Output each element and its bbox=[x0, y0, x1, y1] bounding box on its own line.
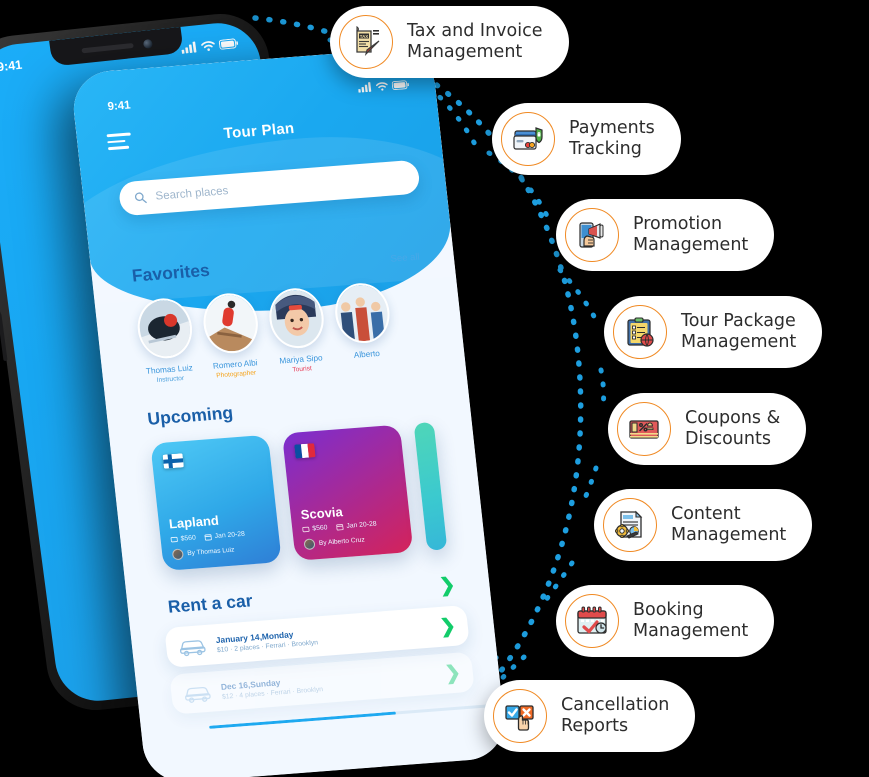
favorite-role: Instructor bbox=[156, 374, 185, 385]
feature-pill-content-management[interactable]: Content Management bbox=[594, 489, 813, 561]
avatar bbox=[171, 548, 184, 561]
list-item[interactable]: Romero Albi Photographer bbox=[200, 291, 264, 380]
feature-pill-payments-tracking[interactable]: Payments Tracking bbox=[492, 103, 681, 175]
page-title: Tour Plan bbox=[222, 119, 296, 142]
calendar-check-clock-icon bbox=[565, 594, 619, 648]
chevron-right-icon[interactable]: ❯ bbox=[439, 615, 457, 637]
avatar bbox=[332, 281, 393, 346]
feature-label: Payments Tracking bbox=[569, 118, 655, 159]
wifi-icon bbox=[201, 40, 215, 51]
megaphone-promotion-icon bbox=[565, 208, 619, 262]
search-placeholder: Search places bbox=[154, 185, 229, 203]
section-title-rent: Rent a car bbox=[166, 590, 254, 617]
favorite-role: Photographer bbox=[215, 369, 257, 380]
section-title-favorites: Favorites bbox=[130, 259, 211, 286]
tour-author: By Thomas Luiz bbox=[171, 542, 271, 561]
car-icon bbox=[179, 640, 206, 657]
favorite-name: Alberto bbox=[353, 348, 381, 360]
chevron-right-icon[interactable]: ❯ bbox=[444, 662, 462, 684]
search-icon bbox=[134, 192, 147, 204]
screenshot-root: 9:41 9:41 Tour Plan Search places Favori… bbox=[0, 0, 869, 777]
calendar-icon bbox=[336, 524, 344, 531]
status-time: 9:41 bbox=[0, 57, 23, 75]
battery-icon bbox=[218, 38, 239, 50]
favorite-role: Tourist bbox=[292, 365, 313, 374]
tour-name: Lapland bbox=[168, 512, 220, 532]
car-icon bbox=[185, 686, 211, 703]
feature-label: Promotion Management bbox=[633, 214, 749, 255]
tour-author: By Alberto Cruz bbox=[303, 532, 402, 551]
ticket-icon bbox=[170, 536, 178, 543]
upcoming-tours-list[interactable]: Lapland $560 Jan 20-28 By Thomas Luiz Sc… bbox=[110, 419, 485, 574]
feature-label: Cancellation Reports bbox=[561, 695, 670, 736]
feature-label: Booking Management bbox=[633, 600, 749, 641]
feature-label: Tour Package Management bbox=[681, 311, 797, 352]
tour-card-partial[interactable] bbox=[413, 421, 448, 551]
payment-card-shield-icon bbox=[501, 112, 555, 166]
tax-invoice-icon: TAX bbox=[339, 15, 393, 69]
avatar bbox=[134, 296, 196, 361]
tour-dates: Jan 20-28 bbox=[336, 521, 377, 531]
clipboard-globe-icon bbox=[613, 305, 667, 359]
status-time: 9:41 bbox=[106, 99, 132, 114]
feature-pill-tour-package[interactable]: Tour Package Management bbox=[604, 296, 823, 368]
signal-icon bbox=[181, 41, 197, 54]
feature-label: Tax and Invoice Management bbox=[407, 21, 543, 62]
avatar bbox=[303, 538, 316, 551]
foreground-phone-screen: 9:41 Tour Plan Search places Favorites S… bbox=[69, 46, 509, 777]
tour-price: $560 bbox=[170, 534, 196, 543]
section-title-upcoming: Upcoming bbox=[146, 402, 234, 429]
feature-label: Coupons & Discounts bbox=[685, 408, 781, 449]
signal-icon bbox=[358, 82, 372, 93]
tour-card[interactable]: Scovia $560 Jan 20-28 By Alberto Cruz bbox=[281, 424, 414, 561]
ticket-icon bbox=[302, 526, 310, 533]
finland-flag-icon bbox=[162, 453, 184, 469]
avatar bbox=[200, 291, 261, 356]
svg-text:TAX: TAX bbox=[360, 34, 369, 39]
tour-price: $560 bbox=[302, 524, 328, 533]
avatar bbox=[266, 286, 327, 351]
list-item[interactable]: Mariya Sipo Tourist bbox=[266, 286, 329, 375]
tour-dates: Jan 20-28 bbox=[204, 531, 245, 541]
feature-label: Content Management bbox=[671, 504, 787, 545]
france-flag-icon bbox=[294, 443, 316, 459]
favorites-see-all-link[interactable]: See all bbox=[390, 252, 420, 265]
earpiece-speaker bbox=[80, 42, 134, 53]
tour-card[interactable]: Lapland $560 Jan 20-28 By Thomas Luiz bbox=[150, 434, 282, 571]
list-item[interactable]: Thomas Luiz Instructor bbox=[134, 296, 198, 385]
hamburger-menu-icon[interactable] bbox=[106, 132, 133, 151]
feature-pill-cancellation-reports[interactable]: Cancellation Reports bbox=[484, 680, 696, 752]
battery-icon bbox=[391, 80, 409, 91]
feature-pill-booking-management[interactable]: Booking Management bbox=[556, 585, 775, 657]
feature-pill-promotion[interactable]: Promotion Management bbox=[556, 199, 775, 271]
calendar-icon bbox=[204, 534, 213, 541]
list-item[interactable]: Alberto bbox=[332, 281, 395, 370]
checkbox-cancel-hand-icon bbox=[493, 689, 547, 743]
wifi-icon bbox=[375, 82, 388, 91]
feature-pill-tax-invoice[interactable]: TAX Tax and Invoice Management bbox=[330, 6, 569, 78]
feature-pill-coupons-discounts[interactable]: Coupons & Discounts bbox=[608, 393, 807, 465]
phone-volume-down-button[interactable] bbox=[0, 313, 8, 362]
document-gear-icon bbox=[603, 498, 657, 552]
coupon-percent-icon bbox=[617, 402, 671, 456]
favorites-list[interactable]: Thomas Luiz Instructor Romero Albi Photo… bbox=[95, 276, 465, 388]
front-camera bbox=[142, 38, 153, 49]
chevron-right-icon[interactable]: ❯ bbox=[438, 575, 456, 597]
